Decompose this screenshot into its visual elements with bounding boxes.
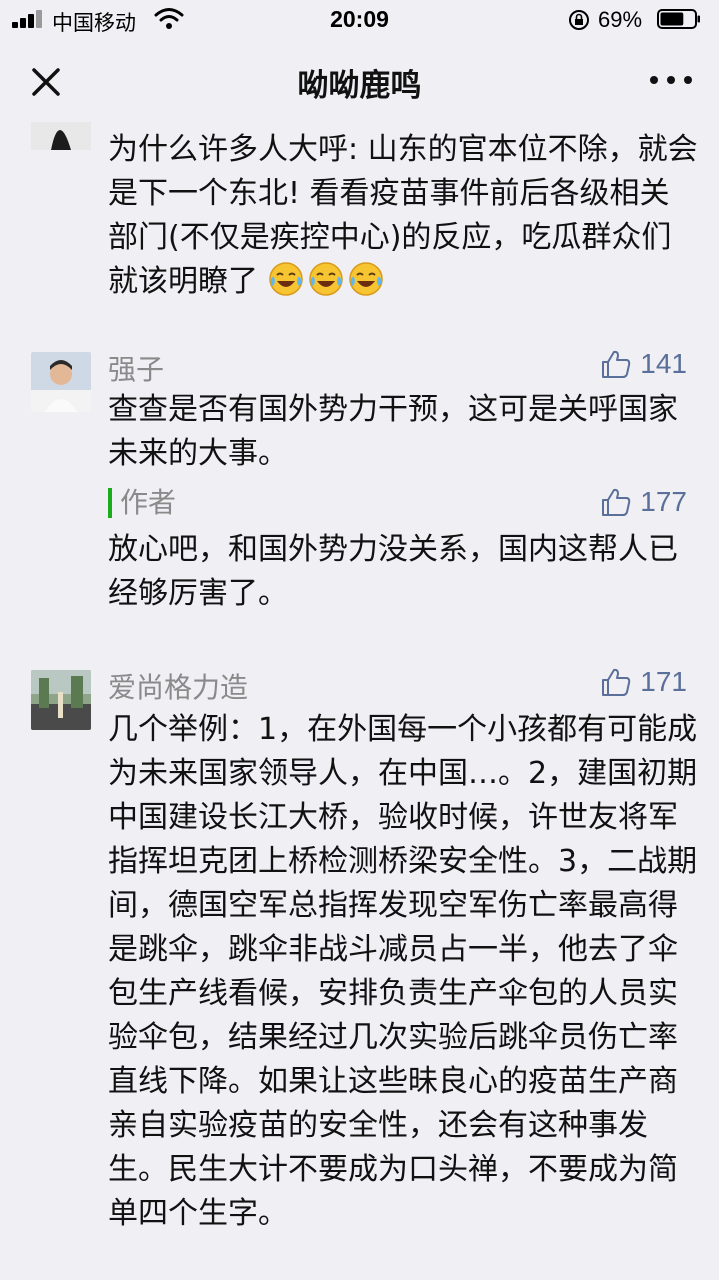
laugh-cry-emoji (308, 262, 343, 296)
comment-text: 查查是否有国外势力干预，这可是关呼国家未来的大事。 (108, 392, 678, 471)
thumbs-up-icon (602, 488, 631, 516)
nav-bar: 呦呦鹿鸣 (0, 40, 719, 122)
thumbs-up-icon (602, 668, 631, 696)
nickname[interactable]: 强子 (108, 348, 164, 388)
reply-like-button[interactable]: 177 (600, 484, 687, 520)
thumbs-up-icon (602, 350, 631, 378)
author-reply-label: 作者 (108, 488, 176, 518)
author-reply-text: 放心吧，和国外势力没关系，国内这帮人已经够厉害了。 (108, 532, 678, 611)
like-button[interactable]: 171 (600, 664, 687, 700)
battery-percent: 69% (598, 7, 643, 32)
like-button[interactable]: 141 (600, 346, 687, 382)
comment-list[interactable]: 为什么许多人大呼: 山东的官本位不除，就会是下一个东北! 看看疫苗事件前后各级相… (0, 122, 719, 1280)
page-title: 呦呦鹿鸣 (297, 68, 422, 104)
nickname[interactable]: 爱尚格力造 (108, 666, 248, 706)
comment-text: 几个举例：1，在外国每一个小孩都有可能成为未来国家领导人，在中国…。2，建国初期… (108, 712, 698, 1231)
orientation-lock-icon (569, 10, 589, 30)
like-count: 141 (640, 348, 687, 379)
avatar[interactable] (31, 352, 91, 412)
emoji-row (268, 262, 388, 299)
like-count: 171 (640, 666, 687, 697)
status-bar: 中国移动 20:09 69% (0, 0, 719, 40)
avatar[interactable] (31, 670, 91, 730)
more-icon[interactable] (648, 70, 694, 90)
like-count: 177 (640, 486, 687, 517)
comment-text: 为什么许多人大呼: 山东的官本位不除，就会是下一个东北! 看看疫苗事件前后各级相… (108, 132, 698, 299)
laugh-cry-emoji (348, 262, 383, 296)
battery-icon (657, 9, 700, 29)
avatar[interactable] (31, 122, 91, 150)
laugh-cry-emoji (268, 262, 303, 296)
